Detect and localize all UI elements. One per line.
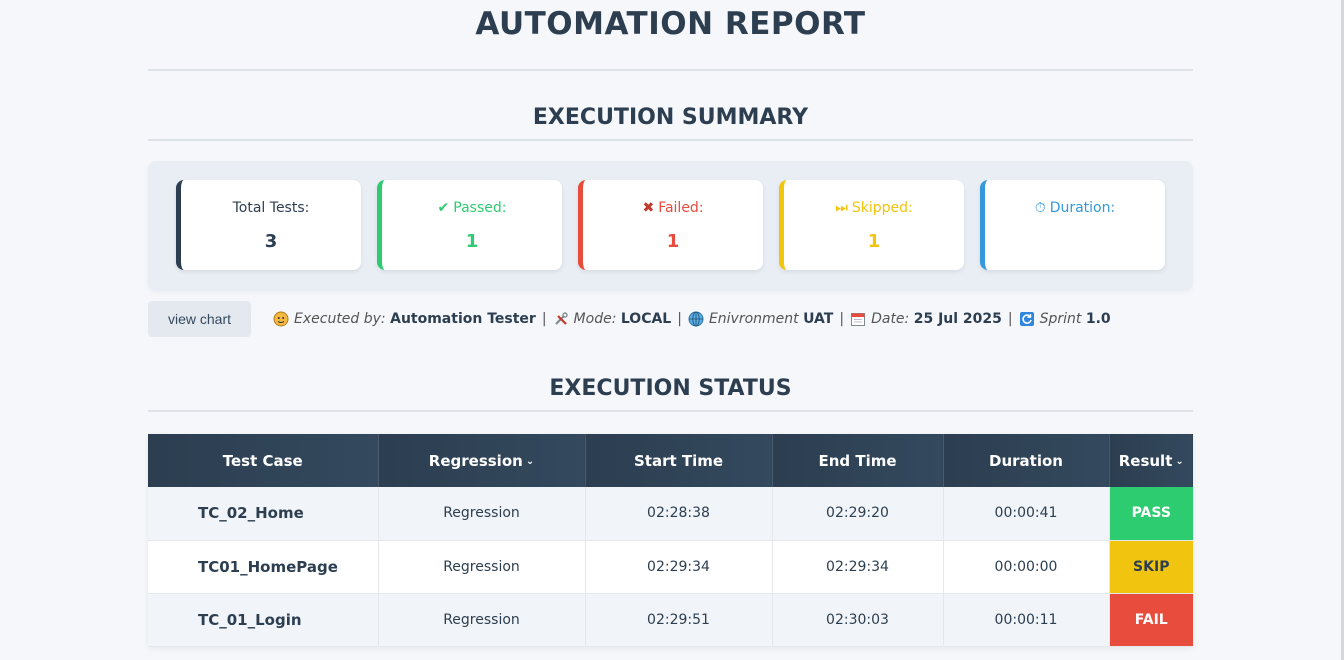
cross-icon: ✖ (642, 200, 655, 216)
col-regression-label: Regression (428, 451, 523, 470)
mode-value: LOCAL (620, 311, 672, 327)
failed-card: ✖ Failed: 1 (578, 180, 763, 270)
separator: | (541, 311, 547, 327)
passed-value: 1 (465, 231, 479, 252)
separator: | (677, 311, 682, 327)
view-chart-button[interactable]: view chart (148, 301, 251, 337)
page-title: AUTOMATION REPORT (148, 0, 1193, 71)
table-row[interactable]: TC_02_Home Regression 02:28:38 02:29:20 … (148, 487, 1193, 541)
regression-cell: Regression (378, 487, 586, 541)
test-case-cell: TC_02_Home (148, 487, 379, 541)
table-row[interactable]: TC01_HomePage Regression 02:29:34 02:29:… (148, 540, 1193, 594)
execution-meta: Executed by: Automation Tester | Mode: L… (273, 311, 1111, 327)
person-icon (273, 311, 289, 327)
sprint-label: Sprint (1039, 311, 1082, 327)
environment-label: Enivronment (708, 311, 799, 327)
col-end-time[interactable]: End Time (772, 434, 944, 487)
end-time-cell: 02:29:20 (772, 487, 944, 541)
tools-icon (554, 312, 568, 325)
test-case-cell: TC01_HomePage (148, 540, 379, 594)
skipped-value: 1 (867, 231, 881, 252)
sprint-value: 1.0 (1085, 311, 1111, 327)
col-start-time[interactable]: Start Time (585, 434, 773, 487)
col-test-case[interactable]: Test Case (148, 434, 379, 487)
col-result-filter[interactable]: Result ⌄ (1109, 434, 1193, 487)
report-container: AUTOMATION REPORT EXECUTION SUMMARY Tota… (148, 0, 1193, 647)
chevron-down-icon: ⌄ (525, 455, 535, 467)
separator: | (1007, 311, 1013, 327)
result-badge: FAIL (1109, 593, 1193, 647)
start-time-cell: 02:29:51 (585, 593, 773, 647)
passed-card: ✔ Passed: 1 (377, 180, 562, 270)
stopwatch-icon: ⏱ (1034, 200, 1046, 216)
mode-label: Mode: (573, 311, 617, 327)
passed-label: Passed: (453, 200, 507, 216)
skipped-label: Skipped: (851, 200, 913, 216)
failed-value: 1 (666, 231, 680, 252)
start-time-cell: 02:28:38 (585, 487, 773, 541)
total-tests-label: Total Tests: (232, 200, 310, 216)
summary-title: EXECUTION SUMMARY (148, 98, 1193, 141)
skipped-card: ⏭ Skipped: 1 (779, 180, 964, 270)
col-regression-filter[interactable]: Regression ⌄ (378, 434, 586, 487)
start-time-cell: 02:29:34 (585, 540, 773, 594)
duration-label: Duration: (1049, 200, 1116, 216)
separator: | (839, 311, 845, 327)
chevron-down-icon: ⌄ (1175, 455, 1184, 467)
total-tests-card: Total Tests: 3 (176, 180, 361, 270)
refresh-icon (1019, 312, 1034, 326)
executed-by-value: Automation Tester (390, 311, 536, 327)
table-header-row: Test Case Regression ⌄ Start Time End Tim… (148, 434, 1193, 487)
duration-cell: 00:00:11 (943, 593, 1110, 647)
duration-cell: 00:00:00 (943, 540, 1110, 594)
summary-panel: Total Tests: 3 ✔ Passed: 1 ✖ Failed: 1 ⏭ Sk… (148, 161, 1193, 291)
duration-card: ⏱ Duration: (980, 180, 1165, 270)
date-value: 25 Jul 2025 (913, 311, 1002, 327)
meta-row: view chart Executed by: Automation Teste… (148, 301, 1193, 337)
regression-cell: Regression (378, 593, 586, 647)
skip-forward-icon: ⏭ (835, 200, 848, 216)
failed-label: Failed: (658, 200, 704, 216)
result-badge: PASS (1109, 487, 1193, 541)
results-table: Test Case Regression ⌄ Start Time End Tim… (148, 434, 1193, 647)
status-title: EXECUTION STATUS (148, 369, 1193, 412)
executed-by-label: Executed by: (294, 311, 386, 327)
col-result-label: Result (1118, 451, 1173, 470)
end-time-cell: 02:30:03 (772, 593, 944, 647)
table-row[interactable]: TC_01_Login Regression 02:29:51 02:30:03… (148, 593, 1193, 647)
calendar-icon (851, 313, 866, 326)
duration-cell: 00:00:41 (943, 487, 1110, 541)
total-tests-value: 3 (264, 231, 278, 252)
environment-value: UAT (803, 311, 834, 327)
test-case-cell: TC_01_Login (148, 593, 379, 647)
col-duration[interactable]: Duration (943, 434, 1110, 487)
checkmark-icon: ✔ (437, 200, 450, 216)
globe-icon (688, 311, 704, 327)
date-label: Date: (871, 311, 910, 327)
result-badge: SKIP (1109, 540, 1193, 594)
regression-cell: Regression (378, 540, 586, 594)
end-time-cell: 02:29:34 (772, 540, 944, 594)
